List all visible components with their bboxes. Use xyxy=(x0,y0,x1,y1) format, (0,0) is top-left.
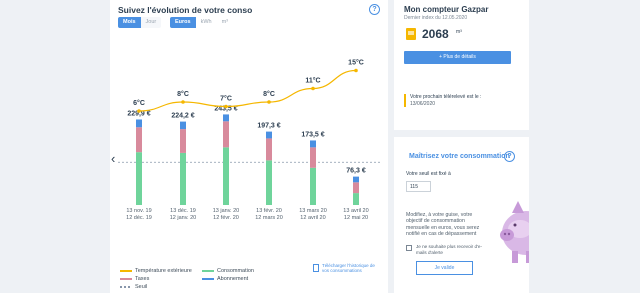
temperature-label-0: 6°C xyxy=(133,99,145,107)
bar-consommation-0 xyxy=(136,152,142,205)
legend-subscription: Abonnement xyxy=(202,276,248,282)
period-month-button[interactable]: Mois xyxy=(118,17,141,28)
legend-temperature: Température extérieure xyxy=(120,268,192,274)
x-tick-start-2: 13 janv. 20 xyxy=(213,208,240,214)
bar-consommation-4 xyxy=(310,167,316,205)
unit-m3-button[interactable]: m³ xyxy=(217,17,233,28)
bar-taxes-5 xyxy=(353,182,359,194)
legend-temperature-swatch xyxy=(120,270,132,272)
bar-abonnement-0 xyxy=(136,119,142,128)
download-icon xyxy=(313,264,319,272)
legend-consumption-label: Consommation xyxy=(217,268,254,274)
bar-consommation-2 xyxy=(223,147,229,205)
bar-abonnement-4 xyxy=(310,140,316,148)
legend-threshold: Seuil xyxy=(120,284,147,290)
bar-taxes-3 xyxy=(266,138,272,161)
bar-consommation-5 xyxy=(353,193,359,205)
temperature-point-1 xyxy=(181,100,185,104)
piggy-bank-icon xyxy=(500,201,529,263)
bar-consommation-3 xyxy=(266,160,272,205)
x-tick-start-3: 13 févr. 20 xyxy=(256,208,282,214)
help-icon[interactable]: ? xyxy=(369,4,380,15)
bar-total-label-5: 76,3 € xyxy=(346,168,366,175)
validate-button[interactable]: Je valide xyxy=(416,261,473,275)
legend-threshold-label: Seuil xyxy=(135,284,148,290)
threshold-input[interactable] xyxy=(406,181,431,192)
bar-taxes-4 xyxy=(310,147,316,168)
x-tick-end-0: 12 déc. 19 xyxy=(126,215,152,221)
previous-period-arrow[interactable]: ‹ xyxy=(111,152,115,165)
x-tick-end-3: 12 mars 20 xyxy=(255,215,283,221)
period-day-button[interactable]: Jour xyxy=(140,17,162,28)
consumption-title: Suivez l'évolution de votre conso xyxy=(118,5,253,15)
budget-description: Modifiez, à votre guise, votre objectif … xyxy=(406,212,480,238)
legend-consumption-swatch xyxy=(202,270,214,272)
temperature-label-5: 15°C xyxy=(348,59,364,67)
consumption-chart: 229,9 €13 nov. 1912 déc. 19224,2 €13 déc… xyxy=(118,59,382,221)
temperature-point-4 xyxy=(311,86,315,91)
bar-abonnement-1 xyxy=(180,121,186,130)
threshold-label: Votre seuil est fixé à xyxy=(406,171,451,177)
bar-taxes-2 xyxy=(223,121,229,148)
bar-abonnement-2 xyxy=(223,114,229,122)
temperature-point-0 xyxy=(137,109,141,113)
legend-threshold-swatch xyxy=(120,286,132,288)
meter-title: Mon compteur Gazpar xyxy=(404,5,489,14)
budget-title: Maîtrisez votre consommation xyxy=(409,153,510,160)
x-tick-start-5: 13 avril 20 xyxy=(343,208,368,214)
meter-index-value: 2068 xyxy=(422,27,449,41)
legend-subscription-swatch xyxy=(202,278,214,280)
consumption-panel: Suivez l'évolution de votre conso ? Mois… xyxy=(110,0,388,293)
legend-subscription-label: Abonnement xyxy=(217,276,249,282)
temperature-point-3 xyxy=(267,100,271,104)
alert-opt-out-checkbox[interactable] xyxy=(406,245,412,251)
unit-toggle: Euros kWh m³ xyxy=(170,17,233,28)
legend-consumption: Consommation xyxy=(202,268,254,274)
x-tick-end-1: 12 janv. 20 xyxy=(170,215,197,221)
bar-consommation-1 xyxy=(180,152,186,205)
legend-temperature-label: Température extérieure xyxy=(135,268,192,274)
legend-taxes: Taxes xyxy=(120,276,149,282)
gas-meter-icon xyxy=(406,28,416,40)
download-history-link[interactable]: Télécharger l'historique de vos consomma… xyxy=(313,263,382,273)
alert-opt-out-label: Je ne souhaite plus recevoir d'e-mails d… xyxy=(416,244,482,255)
bar-total-label-1: 224,2 € xyxy=(171,113,194,120)
unit-kwh-button[interactable]: kWh xyxy=(196,17,217,28)
bar-taxes-0 xyxy=(136,127,142,153)
bar-total-label-3: 197,3 € xyxy=(257,123,280,130)
meter-panel: Mon compteur Gazpar Dernier index du 12.… xyxy=(394,0,529,130)
next-reading-date: 13/06/2020 xyxy=(410,101,436,107)
bar-abonnement-5 xyxy=(353,176,359,183)
x-tick-end-5: 12 mai 20 xyxy=(344,215,368,221)
temperature-line xyxy=(138,69,357,112)
legend-taxes-label: Taxes xyxy=(135,276,150,282)
x-tick-end-4: 12 avril 20 xyxy=(300,215,325,221)
more-details-button[interactable]: + Plus de détails xyxy=(404,51,511,64)
bar-taxes-1 xyxy=(180,129,186,153)
temperature-label-1: 8°C xyxy=(177,90,189,98)
next-reading-block: Votre prochain télérelevé est le : 13/06… xyxy=(404,94,481,107)
x-tick-start-4: 13 mars 20 xyxy=(299,208,327,214)
unit-euros-button[interactable]: Euros xyxy=(170,17,196,28)
budget-help-icon[interactable]: ? xyxy=(504,151,515,162)
bar-total-label-4: 173,5 € xyxy=(301,131,324,138)
meter-last-reading: Dernier index du 12.05.2020 xyxy=(404,15,468,21)
temperature-label-2: 7°C xyxy=(220,95,232,103)
period-toggle: Mois Jour xyxy=(118,17,162,28)
download-history-label: Télécharger l'historique de vos consomma… xyxy=(322,263,375,273)
x-tick-start-1: 13 déc. 19 xyxy=(170,208,196,214)
temperature-point-2 xyxy=(224,104,228,109)
bar-abonnement-3 xyxy=(266,131,272,139)
meter-index-unit: m³ xyxy=(456,29,462,35)
next-reading-label: Votre prochain télérelevé est le : xyxy=(410,94,482,100)
legend-taxes-swatch xyxy=(120,278,132,280)
temperature-label-3: 8°C xyxy=(263,90,275,98)
temperature-label-4: 11°C xyxy=(305,77,320,85)
temperature-point-5 xyxy=(354,68,358,73)
budget-panel: Maîtrisez votre consommation ? Votre seu… xyxy=(394,137,529,293)
x-tick-end-2: 12 févr. 20 xyxy=(213,215,239,221)
x-tick-start-0: 13 nov. 19 xyxy=(126,208,151,214)
